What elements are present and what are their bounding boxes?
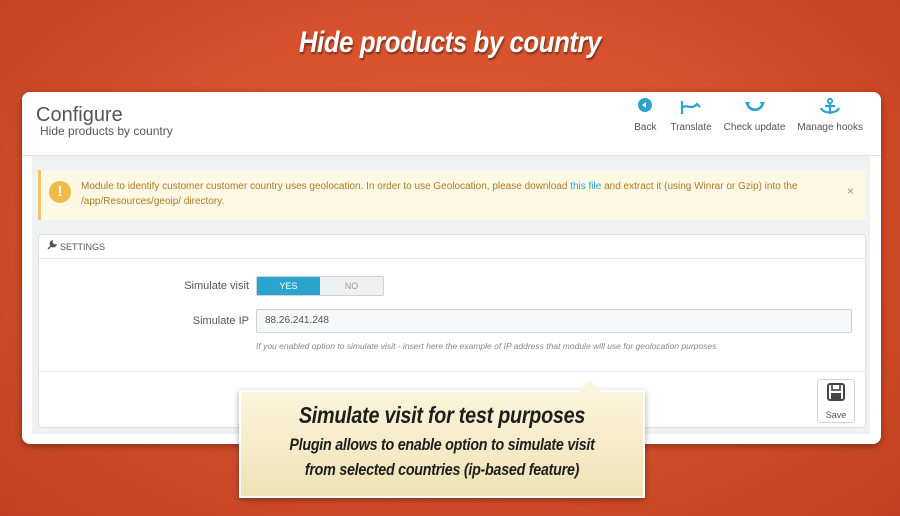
save-label: Save — [825, 410, 847, 420]
callout-arrow-inner — [579, 380, 601, 392]
panel-footer-divider — [39, 371, 865, 372]
manage-hooks-button[interactable]: Manage hooks — [791, 98, 869, 133]
simulate-ip-help: If you enabled option to simulate visit … — [256, 341, 717, 351]
back-icon — [632, 98, 658, 118]
simulate-visit-switch[interactable]: YES NO — [256, 276, 384, 296]
toolbar: Back Translate Check update Manage hooks — [626, 98, 869, 133]
alert-text-before: Module to identify customer customer cou… — [81, 181, 568, 192]
translate-icon — [678, 98, 704, 118]
callout-title: Simulate visit for test purposes — [298, 402, 586, 428]
translate-button[interactable]: Translate — [664, 98, 717, 133]
callout-line-2: from selected countries (ip-based featur… — [304, 460, 580, 479]
translate-label: Translate — [670, 122, 712, 133]
back-button[interactable]: Back — [626, 98, 664, 133]
page-header: Configure Hide products by country Back … — [22, 92, 881, 156]
download-file-link[interactable]: this file — [570, 181, 601, 192]
page-subtitle: Hide products by country — [40, 124, 173, 138]
wrench-icon — [47, 235, 58, 259]
back-label: Back — [634, 122, 657, 133]
feature-callout: Simulate visit for test purposes Plugin … — [239, 390, 645, 498]
callout-line-1: Plugin allows to enable option to simula… — [289, 435, 595, 454]
check-update-label: Check update — [723, 122, 786, 133]
check-update-button[interactable]: Check update — [718, 98, 792, 133]
refresh-icon — [742, 98, 768, 118]
save-icon — [826, 382, 846, 407]
switch-no-option[interactable]: NO — [320, 277, 383, 295]
save-button[interactable]: Save — [817, 379, 855, 423]
settings-title: SETTINGS — [60, 241, 106, 252]
settings-header: SETTINGS — [39, 235, 865, 259]
warning-icon: ! — [49, 181, 71, 203]
switch-yes-option[interactable]: YES — [257, 277, 320, 295]
banner-title: Hide products by country — [298, 26, 602, 59]
anchor-icon — [817, 98, 843, 118]
simulate-ip-input[interactable]: 88.26.241.248 — [256, 309, 852, 333]
callout-body: Plugin allows to enable option to simula… — [273, 432, 611, 482]
alert-close-button[interactable]: × — [847, 184, 854, 199]
simulate-ip-label: Simulate IP — [192, 315, 249, 327]
manage-hooks-label: Manage hooks — [797, 122, 863, 133]
simulate-visit-label: Simulate visit — [184, 280, 249, 292]
alert-text: Module to identify customer customer cou… — [81, 179, 801, 209]
geolocation-alert: ! Module to identify customer customer c… — [38, 170, 866, 220]
